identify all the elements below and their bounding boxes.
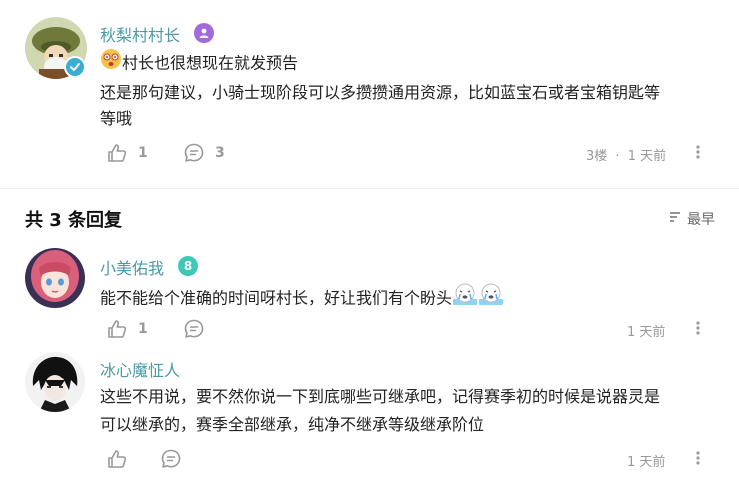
level-number: 8 — [183, 259, 193, 273]
reply-actions — [100, 447, 700, 471]
comment-bubble-icon — [183, 318, 205, 340]
reply-text-line-1: 能不能给个准确的时间呀村长，好让我们有个盼头 — [100, 288, 453, 308]
avatar[interactable] — [25, 248, 85, 308]
reply-button[interactable]: 3 — [183, 141, 225, 165]
crying-emoji-icon — [478, 281, 504, 317]
reply-button[interactable] — [160, 447, 182, 471]
author-name[interactable]: 秋梨村村长 — [100, 22, 180, 46]
thumbs-up-icon — [106, 142, 128, 164]
comment-bubble-icon — [183, 142, 205, 164]
sort-label: 最早 — [687, 212, 715, 228]
reply-count: 3 — [215, 145, 225, 161]
avatar[interactable] — [25, 352, 85, 412]
thumbs-up-icon — [106, 318, 128, 340]
dizzy-face-emoji-icon — [100, 48, 122, 80]
reply-text-line-1: 这些不用说，要不然你说一下到底哪些可继承吧，记得赛季初的时候是说器灵是 — [100, 387, 661, 406]
level-badge: 8 — [178, 256, 198, 276]
reply-text-line-2: 可以继承的，赛季全部继承，纯净不继承等级继承阶位 — [100, 415, 485, 434]
like-count: 1 — [138, 321, 148, 337]
comment-text-line-1: 村长也很想现在就发预告 — [122, 53, 299, 73]
more-dots-icon — [696, 450, 700, 469]
sort-list-icon — [669, 211, 687, 227]
reply-button[interactable] — [183, 317, 205, 341]
sort-button[interactable]: 最早 — [669, 209, 715, 229]
reply-line-1: 能不能给个准确的时间呀村长，好让我们有个盼头 — [100, 281, 504, 317]
verified-badge-icon — [64, 56, 86, 78]
comment-time: 1 天前 — [627, 149, 667, 164]
more-options-button[interactable] — [690, 447, 706, 471]
crying-emoji-icon — [452, 281, 478, 317]
floor-number: 3楼 — [586, 149, 608, 164]
reply-time: 1 天前 — [627, 325, 666, 340]
replies-title: 共 3 条回复 — [25, 210, 123, 231]
meta-separator: · — [615, 149, 620, 164]
like-button[interactable] — [106, 447, 128, 471]
comment-text-line-2: 还是那句建议，小骑士现阶段可以多攒攒通用资源，比如蓝宝石或者宝箱钥匙等 — [100, 83, 661, 102]
like-count: 1 — [138, 145, 148, 161]
section-divider — [0, 188, 739, 189]
comment-line-1: 村长也很想现在就发预告 — [100, 48, 298, 80]
author-name[interactable]: 小美佑我 — [100, 255, 164, 279]
reply-actions: 1 — [100, 317, 700, 341]
more-options-button[interactable] — [690, 141, 706, 165]
reply-time: 1 天前 — [627, 455, 666, 470]
official-badge-icon — [194, 23, 214, 43]
comment-text-line-3: 等哦 — [100, 109, 133, 128]
like-button[interactable]: 1 — [106, 141, 148, 165]
more-dots-icon — [696, 320, 700, 339]
more-dots-icon — [696, 144, 700, 163]
like-button[interactable]: 1 — [106, 317, 148, 341]
thumbs-up-icon — [106, 448, 128, 470]
author-name[interactable]: 冰心魔怔人 — [100, 357, 180, 381]
comment-meta: 3楼 · 1 天前 — [586, 145, 666, 164]
comment-bubble-icon — [160, 448, 182, 470]
more-options-button[interactable] — [690, 317, 706, 341]
